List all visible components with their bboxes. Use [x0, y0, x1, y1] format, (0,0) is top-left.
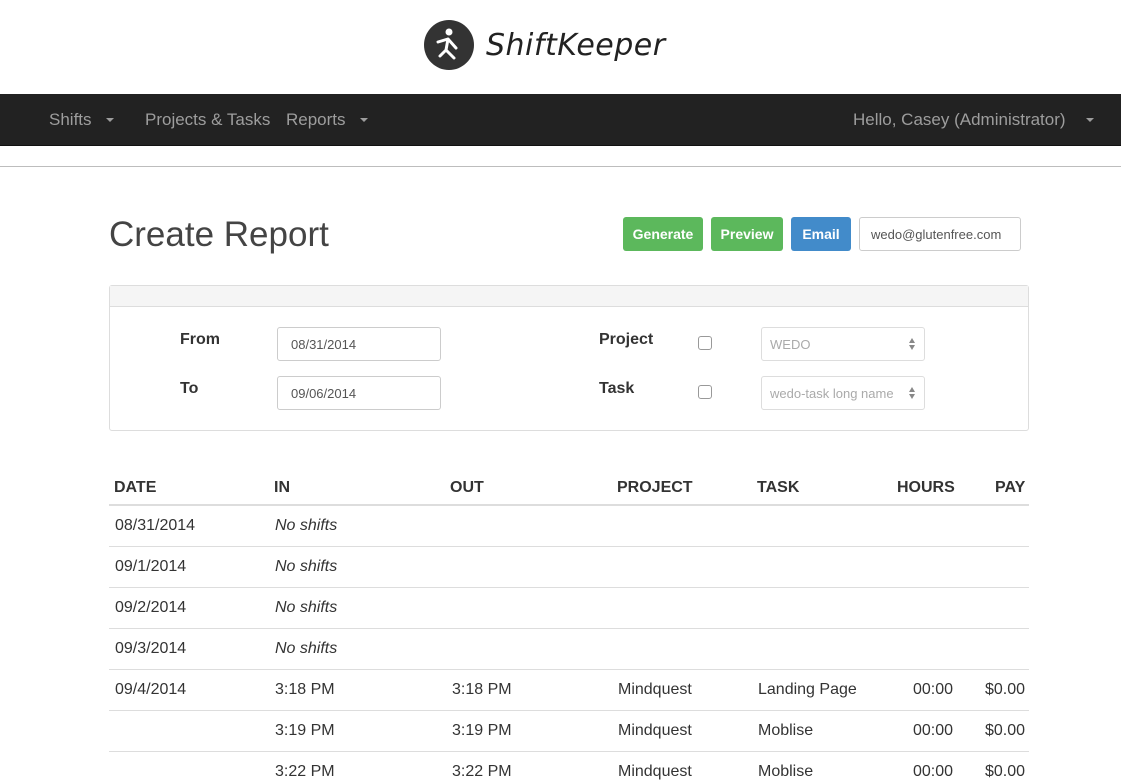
cell-pay: $0.00: [985, 681, 1026, 698]
divider: [0, 166, 1121, 167]
project-label: Project: [599, 331, 654, 348]
task-select-value: wedo-task long name: [770, 385, 894, 401]
cell-hours: 00:00: [913, 681, 954, 698]
logo[interactable]: ShiftKeeper: [424, 20, 666, 70]
user-menu-dropdown[interactable]: Hello, Casey (Administrator): [853, 94, 1094, 146]
col-project: PROJECT: [617, 479, 693, 496]
cell-out: 3:19 PM: [452, 722, 512, 739]
to-label: To: [180, 380, 199, 397]
cell-in: No shifts: [275, 517, 338, 534]
cell-project: Mindquest: [618, 763, 692, 780]
cell-in: No shifts: [275, 599, 338, 616]
select-arrows-icon: [909, 338, 917, 352]
table-body: 08/31/2014 No shifts 09/1/2014 No shifts 09/…: [109, 506, 1029, 781]
table-row: 09/3/2014 No shifts: [109, 629, 1029, 670]
project-select-value: WEDO: [770, 336, 811, 352]
nav-projects-tasks-label: Projects & Tasks: [145, 110, 271, 129]
generate-button[interactable]: Generate: [623, 217, 703, 251]
col-hours: HOURS: [897, 479, 955, 496]
filter-panel: From 08/31/2014 To 09/06/2014 Project WE…: [109, 285, 1029, 431]
panel-heading: [110, 286, 1028, 307]
cell-task: Moblise: [758, 763, 814, 780]
cell-in: 3:22 PM: [275, 763, 335, 780]
select-arrows-icon: [909, 387, 917, 401]
cell-task: Moblise: [758, 722, 814, 739]
cell-date: 09/4/2014: [115, 681, 187, 698]
cell-project: Mindquest: [618, 722, 692, 739]
cell-hours: 00:00: [913, 722, 954, 739]
brand-name: ShiftKeeper: [486, 27, 666, 63]
col-in: IN: [274, 479, 290, 496]
page-title: Create Report: [109, 215, 329, 254]
email-field[interactable]: wedo@glutenfree.com: [859, 217, 1021, 251]
cell-pay: $0.00: [985, 763, 1026, 780]
task-checkbox[interactable]: [698, 385, 712, 399]
to-date-input[interactable]: 09/06/2014: [277, 376, 441, 410]
email-button[interactable]: Email: [791, 217, 851, 251]
preview-button[interactable]: Preview: [711, 217, 783, 251]
nav-reports-label: Reports: [286, 110, 346, 129]
col-out: OUT: [450, 479, 484, 496]
from-date-input[interactable]: 08/31/2014: [277, 327, 441, 361]
user-greeting: Hello, Casey (Administrator): [853, 110, 1066, 129]
caret-down-icon: [105, 118, 114, 122]
task-label: Task: [599, 380, 635, 397]
nav-projects-tasks[interactable]: Projects & Tasks: [145, 94, 270, 146]
col-date: DATE: [114, 479, 157, 496]
table-header: DATE IN OUT PROJECT TASK HOURS PAY: [109, 470, 1029, 506]
table-row: 3:19 PM 3:19 PM Mindquest Moblise 00:00 $0.00: [109, 711, 1029, 752]
table-row: 09/4/2014 3:18 PM 3:18 PM Mindquest Landing …: [109, 670, 1029, 711]
table-row: 3:22 PM 3:22 PM Mindquest Moblise 00:00 $0.00: [109, 752, 1029, 781]
nav-reports-dropdown[interactable]: Reports: [286, 94, 368, 146]
report-table: DATE IN OUT PROJECT TASK HOURS PAY 08/31…: [109, 470, 1029, 781]
cell-task: Landing Page: [758, 681, 857, 698]
task-select[interactable]: wedo-task long name: [761, 376, 925, 410]
cell-date: 09/2/2014: [115, 599, 187, 616]
table-row: 09/1/2014 No shifts: [109, 547, 1029, 588]
cell-in: 3:18 PM: [275, 681, 335, 698]
nav-shifts-dropdown[interactable]: Shifts: [49, 94, 114, 146]
caret-down-icon: [1085, 118, 1094, 122]
from-label: From: [180, 331, 220, 348]
cell-date: 09/3/2014: [115, 640, 187, 657]
cell-in: No shifts: [275, 640, 338, 657]
table-row: 09/2/2014 No shifts: [109, 588, 1029, 629]
table-row: 08/31/2014 No shifts: [109, 506, 1029, 547]
brand-header: ShiftKeeper: [0, 0, 1121, 94]
cell-out: 3:22 PM: [452, 763, 512, 780]
cell-date: 09/1/2014: [115, 558, 187, 575]
caret-down-icon: [359, 118, 368, 122]
cell-project: Mindquest: [618, 681, 692, 698]
nav-shifts-label: Shifts: [49, 110, 92, 129]
cell-out: 3:18 PM: [452, 681, 512, 698]
col-pay: PAY: [995, 479, 1026, 496]
col-task: TASK: [757, 479, 800, 496]
project-select[interactable]: WEDO: [761, 327, 925, 361]
running-figure-icon: [424, 20, 474, 70]
cell-in: No shifts: [275, 558, 338, 575]
cell-in: 3:19 PM: [275, 722, 335, 739]
cell-date: 08/31/2014: [115, 517, 196, 534]
main-navbar: Shifts Projects & Tasks Reports Hello, C…: [0, 94, 1121, 146]
cell-pay: $0.00: [985, 722, 1026, 739]
cell-hours: 00:00: [913, 763, 954, 780]
project-checkbox[interactable]: [698, 336, 712, 350]
